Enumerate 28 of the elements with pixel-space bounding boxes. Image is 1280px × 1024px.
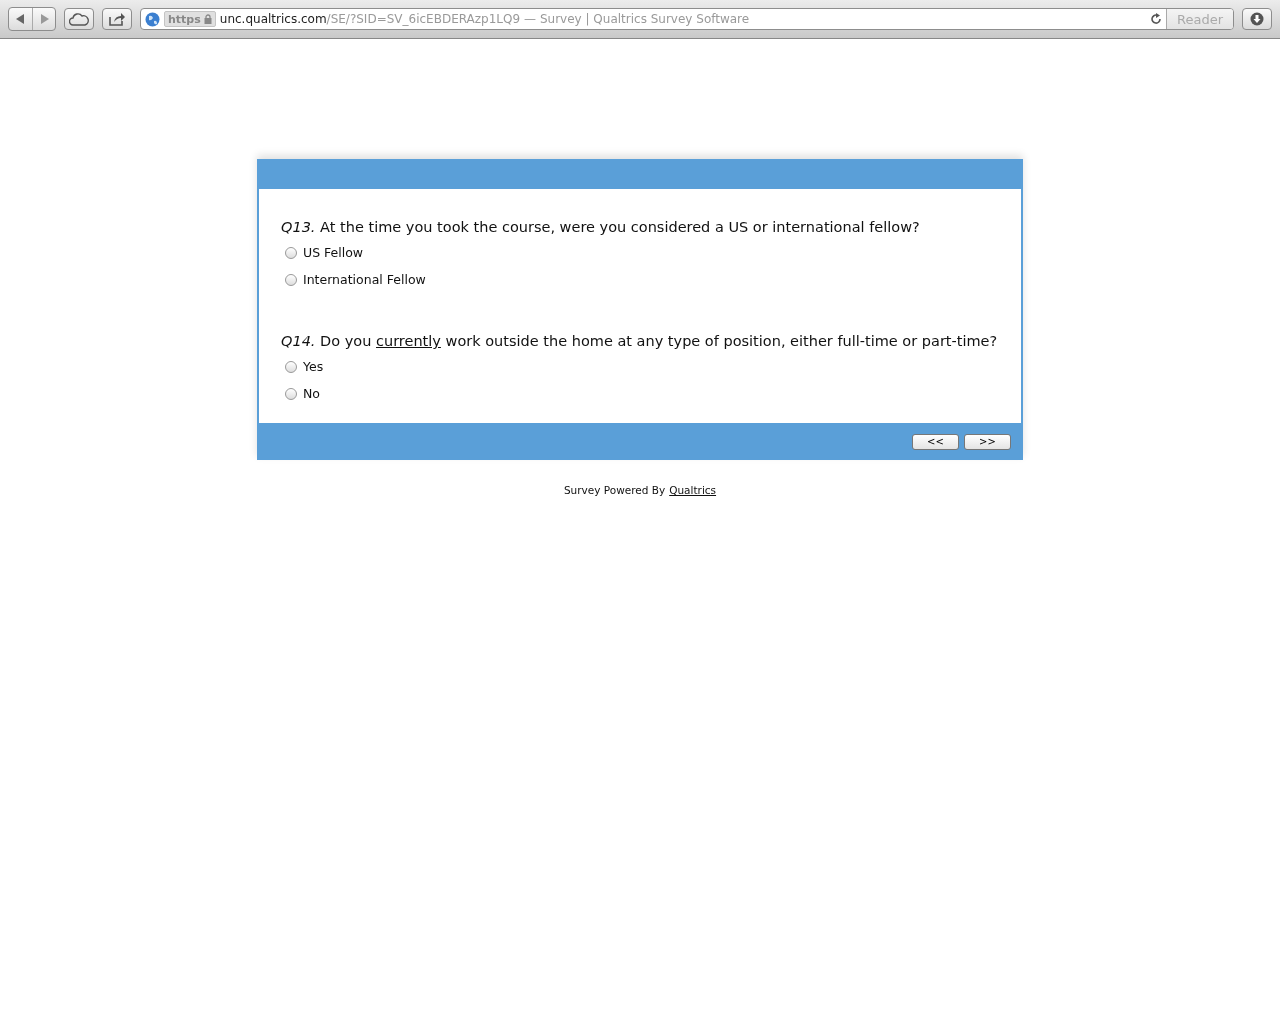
downloads-button[interactable] [1242, 8, 1272, 30]
share-button[interactable] [102, 8, 132, 30]
radio-button[interactable] [285, 387, 297, 400]
qualtrics-link[interactable]: Qualtrics [669, 484, 717, 496]
globe-icon [145, 11, 160, 27]
next-page-button[interactable]: >> [964, 433, 1011, 450]
share-icon [108, 12, 126, 26]
option-label[interactable]: US Fellow [303, 245, 364, 260]
back-arrow-icon [16, 14, 25, 24]
question-text: Q14. Do you currently work outside the home at any type of position, either full-time or part-time? [281, 333, 999, 349]
radio-button[interactable] [285, 246, 297, 259]
radio-button[interactable] [285, 273, 297, 286]
cloud-button[interactable] [64, 8, 94, 30]
option-label[interactable]: Yes [303, 359, 324, 374]
download-icon [1250, 12, 1264, 26]
page-url: unc.qualtrics.com/SE/?SID=SV_6icEBDERAzp1LQ9 — Survey | Qualtrics Survey Software [219, 12, 750, 26]
forward-arrow-icon [39, 14, 49, 24]
lock-icon [203, 14, 212, 24]
option-label[interactable]: International Fellow [303, 272, 426, 287]
option-label[interactable]: No [303, 386, 320, 401]
footer-text: Survey Powered By [563, 484, 666, 496]
https-badge: https [164, 11, 216, 27]
reload-icon[interactable] [1150, 13, 1162, 25]
radio-button[interactable] [285, 360, 297, 373]
back-page-button[interactable]: << [912, 433, 959, 450]
address-bar[interactable]: https unc.qualtrics.com/SE/?SID=SV_6icEBDERAzp1LQ9 — Survey | Qualtrics Survey Software Reader [140, 8, 1234, 30]
cloud-icon [69, 12, 89, 26]
question-text: Q13. At the time you took the course, were you considered a US or international fellow? [281, 219, 921, 235]
